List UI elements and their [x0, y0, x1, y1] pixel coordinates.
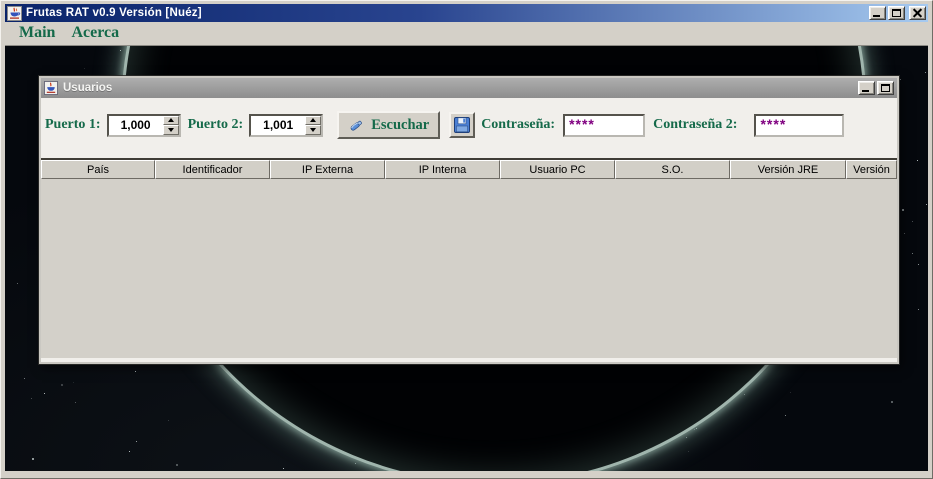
usuarios-body: Puerto 1: Puerto 2:	[41, 98, 897, 362]
port2-input[interactable]	[251, 116, 305, 135]
column-header-version-jre[interactable]: Versión JRE	[730, 160, 846, 179]
port2-spinner	[249, 114, 323, 137]
menu-bar: Main Acerca	[5, 22, 928, 46]
menu-item-main[interactable]: Main	[11, 23, 63, 44]
table-header-row: País Identificador IP Externa IP Interna…	[41, 160, 897, 179]
down-arrow-icon	[168, 128, 174, 132]
port2-down-button[interactable]	[305, 125, 321, 135]
minimize-icon	[873, 15, 880, 17]
port1-up-button[interactable]	[163, 116, 179, 126]
minimize-icon	[862, 90, 869, 92]
password-input[interactable]	[563, 114, 645, 137]
java-cup-icon	[44, 81, 58, 95]
port2-up-button[interactable]	[305, 116, 321, 126]
port1-spinner	[107, 114, 181, 137]
column-header-pais[interactable]: País	[41, 160, 155, 179]
port1-label: Puerto 1:	[45, 117, 101, 133]
port1-down-button[interactable]	[163, 125, 179, 135]
usuarios-title: Usuarios	[63, 82, 112, 94]
column-header-ip-externa[interactable]: IP Externa	[270, 160, 385, 179]
column-header-so[interactable]: S.O.	[615, 160, 730, 179]
column-header-ip-interna[interactable]: IP Interna	[385, 160, 500, 179]
port2-label: Puerto 2:	[188, 117, 244, 133]
up-arrow-icon	[310, 118, 316, 122]
column-header-version[interactable]: Versión	[846, 160, 897, 179]
usuarios-window: Usuarios Puerto 1: Puerto 2:	[39, 76, 899, 364]
toolbar: Puerto 1: Puerto 2:	[45, 110, 895, 140]
password2-label: Contraseña 2:	[653, 117, 737, 133]
save-button[interactable]	[449, 112, 475, 138]
close-icon	[913, 9, 922, 17]
java-cup-icon	[7, 6, 22, 21]
clients-table: País Identificador IP Externa IP Interna…	[41, 158, 897, 358]
column-header-usuario-pc[interactable]: Usuario PC	[500, 160, 615, 179]
password-label: Contraseña:	[481, 117, 555, 133]
floppy-disk-icon	[453, 116, 471, 134]
maximize-icon	[881, 84, 890, 92]
maximize-button[interactable]	[888, 6, 905, 20]
maximize-button[interactable]	[877, 81, 894, 95]
minimize-button[interactable]	[858, 81, 875, 95]
minimize-button[interactable]	[869, 6, 886, 20]
brush-icon	[348, 118, 365, 133]
titlebar[interactable]: Frutas RAT v0.9 Versión [Nuéz]	[5, 4, 928, 22]
escuchar-label: Escuchar	[371, 117, 429, 134]
close-button[interactable]	[909, 6, 926, 20]
down-arrow-icon	[310, 128, 316, 132]
up-arrow-icon	[168, 118, 174, 122]
port1-input[interactable]	[109, 116, 163, 135]
escuchar-button[interactable]: Escuchar	[337, 111, 440, 139]
window-title: Frutas RAT v0.9 Versión [Nuéz]	[26, 7, 202, 19]
column-header-identificador[interactable]: Identificador	[155, 160, 270, 179]
table-body-empty	[41, 179, 897, 358]
password2-input[interactable]	[754, 114, 844, 137]
main-window: Frutas RAT v0.9 Versión [Nuéz] Main Acer…	[0, 0, 933, 479]
menu-item-acerca[interactable]: Acerca	[63, 23, 127, 44]
usuarios-titlebar[interactable]: Usuarios	[41, 78, 897, 98]
desktop-background: Usuarios Puerto 1: Puerto 2:	[5, 46, 928, 471]
maximize-icon	[892, 9, 901, 17]
